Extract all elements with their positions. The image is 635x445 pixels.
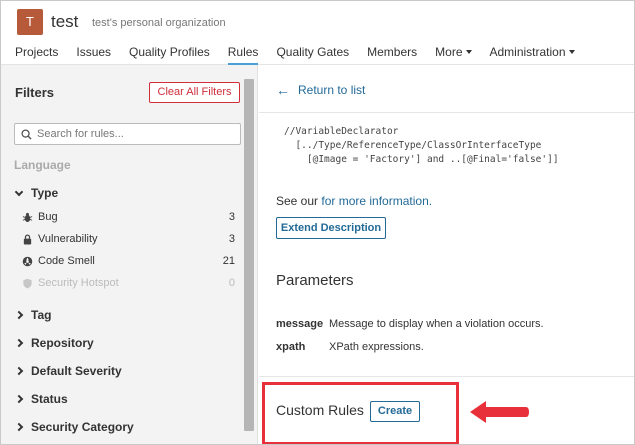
code-line: [../Type/ReferenceType/ClassOrInterfaceT…	[284, 140, 542, 151]
divider	[259, 376, 634, 377]
facet-section-label: Security Category	[31, 420, 134, 434]
facet-section-label: Status	[31, 392, 68, 406]
org-description: test's personal organization	[92, 17, 226, 29]
nav-label: Projects	[15, 45, 59, 59]
facet-count: 3	[228, 233, 235, 245]
parameters-title: Parameters	[276, 272, 354, 289]
nav-quality-gates[interactable]: Quality Gates	[276, 44, 349, 60]
extend-description-button[interactable]: Extend Description	[276, 217, 386, 239]
facet-label: Code Smell	[38, 255, 95, 267]
facet-label: Security Hotspot	[38, 277, 119, 289]
more-information-link[interactable]: for more information.	[321, 194, 432, 208]
arrow-left-icon: ←	[276, 82, 290, 98]
search-icon	[21, 128, 32, 140]
nav-label: Members	[367, 45, 418, 59]
facet-security-category-header[interactable]: Security Category	[14, 420, 134, 434]
nav-rules[interactable]: Rules	[227, 44, 259, 65]
facet-language-header[interactable]: Language	[14, 158, 71, 172]
parameter-value: XPath expressions.	[329, 341, 424, 353]
parameter-row: message Message to display when a violat…	[276, 318, 544, 330]
facet-section-label: Tag	[31, 308, 52, 322]
facet-section-label: Repository	[31, 336, 94, 350]
filters-title: Filters	[15, 85, 55, 100]
code-line: //VariableDeclarator	[284, 126, 399, 137]
facet-type-label: Type	[31, 186, 59, 200]
facet-count: 0	[228, 277, 235, 289]
facet-type-vulnerability[interactable]: Vulnerability 3	[22, 231, 235, 247]
parameter-value: Message to display when a violation occu…	[329, 318, 544, 330]
nav-issues[interactable]: Issues	[76, 44, 111, 60]
facet-count: 3	[228, 211, 235, 223]
org-avatar[interactable]: T	[17, 9, 43, 35]
chevron-right-icon	[14, 310, 24, 320]
chevron-right-icon	[14, 422, 24, 432]
org-name[interactable]: test	[51, 12, 78, 32]
return-label: Return to list	[298, 83, 366, 97]
highlight-box	[262, 382, 459, 444]
facet-type-header[interactable]: Type	[14, 186, 59, 200]
nav-label: More	[435, 45, 463, 59]
callout-arrow-icon	[468, 399, 530, 428]
facet-repository-header[interactable]: Repository	[14, 336, 94, 350]
chevron-right-icon	[14, 394, 24, 404]
nav-label: Quality Gates	[276, 45, 350, 59]
nav-label: Rules	[227, 45, 259, 59]
app-frame: T test test's personal organization Proj…	[0, 0, 635, 445]
facet-tag-header[interactable]: Tag	[14, 308, 52, 322]
chevron-down-icon	[14, 187, 24, 196]
chevron-right-icon	[14, 338, 24, 348]
clear-all-filters-button[interactable]: Clear All Filters	[149, 82, 240, 103]
nav-label: Quality Profiles	[129, 45, 210, 59]
sidebar-scrollbar[interactable]	[244, 79, 254, 431]
nav-members[interactable]: Members	[367, 44, 417, 60]
facet-status-header[interactable]: Status	[14, 392, 68, 406]
nav-projects[interactable]: Projects	[15, 44, 58, 60]
nav-label: Issues	[76, 45, 112, 59]
lock-icon	[22, 233, 33, 245]
parameter-row: xpath XPath expressions.	[276, 341, 424, 353]
see-more-text: See our for more information.	[276, 194, 432, 208]
facet-section-label: Default Severity	[31, 364, 122, 378]
facet-type-security-hotspot[interactable]: Security Hotspot 0	[22, 275, 235, 291]
facet-count: 21	[222, 255, 235, 267]
nav-label: Administration	[489, 45, 566, 59]
caret-down-icon	[465, 50, 472, 54]
code-smell-icon	[22, 256, 33, 267]
divider	[259, 112, 634, 113]
org-nav: Projects Issues Quality Profiles Rules Q…	[15, 44, 593, 65]
rule-search-input[interactable]	[37, 128, 227, 140]
facet-type-bug[interactable]: Bug 3	[22, 209, 235, 225]
chevron-right-icon	[14, 366, 24, 376]
facet-default-severity-header[interactable]: Default Severity	[14, 364, 122, 378]
facet-type-code-smell[interactable]: Code Smell 21	[22, 253, 235, 269]
filters-sidebar: Filters Clear All Filters Language Type …	[1, 65, 258, 444]
rule-code-snippet: //VariableDeclarator [../Type/ReferenceT…	[284, 125, 559, 167]
parameter-key: message	[276, 318, 324, 330]
see-prefix: See our	[276, 194, 322, 208]
org-header: T test test's personal organization Proj…	[1, 1, 634, 65]
parameter-key: xpath	[276, 341, 306, 353]
code-line: [@Image = 'Factory'] and ..[@Final='fals…	[284, 154, 559, 165]
facet-label: Bug	[38, 211, 58, 223]
nav-more-dropdown[interactable]: More	[435, 44, 472, 60]
rule-search-box[interactable]	[14, 123, 241, 145]
return-to-list-link[interactable]: ← Return to list	[276, 82, 365, 98]
bug-icon	[22, 212, 33, 223]
rule-details-panel: ← Return to list //VariableDeclarator [.…	[259, 65, 634, 444]
nav-quality-profiles[interactable]: Quality Profiles	[129, 44, 210, 60]
facet-label: Vulnerability	[38, 233, 98, 245]
shield-icon	[22, 278, 33, 289]
nav-administration-dropdown[interactable]: Administration	[490, 44, 575, 60]
caret-down-icon	[568, 50, 575, 54]
